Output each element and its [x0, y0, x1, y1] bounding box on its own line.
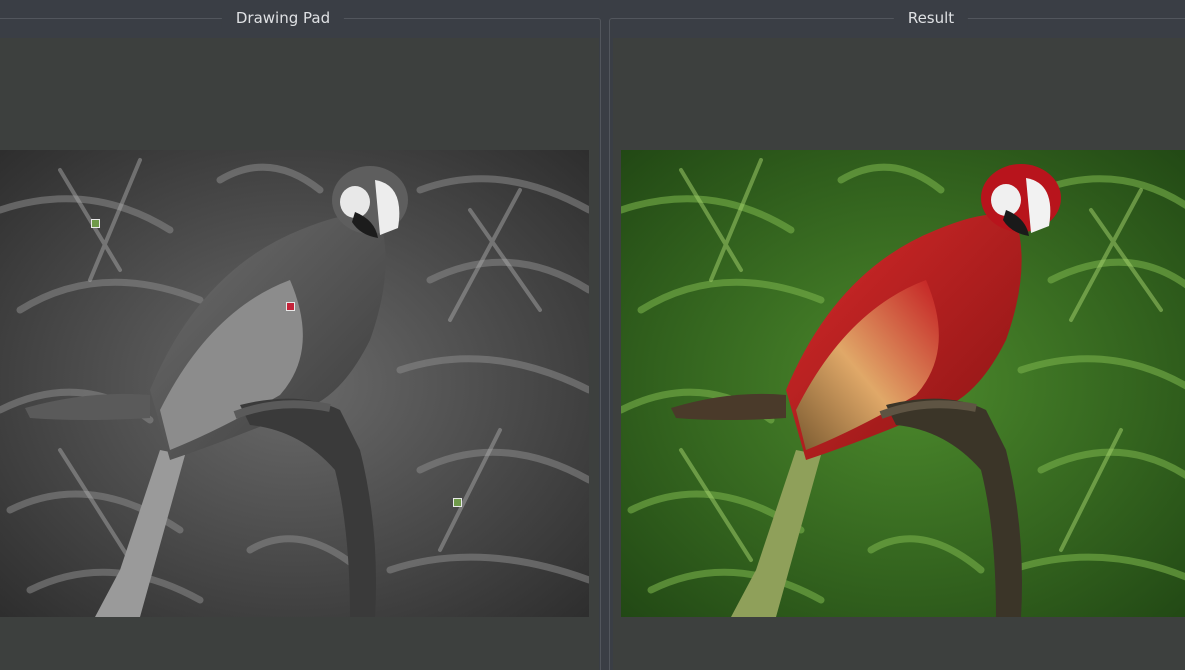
green-color-hint-point[interactable]	[91, 219, 100, 228]
colorization-app: Drawing Pad Result	[0, 0, 1185, 670]
drawing-pad-title: Drawing Pad	[221, 8, 345, 28]
colorized-parrot-illustration	[621, 150, 1185, 617]
red-color-hint-point[interactable]	[286, 302, 295, 311]
colorized-result-image	[621, 150, 1185, 617]
grayscale-parrot-illustration	[0, 150, 589, 617]
result-title: Result	[893, 8, 969, 28]
grayscale-input-image[interactable]	[0, 150, 589, 617]
result-view	[613, 38, 1185, 670]
green-color-hint-point-2[interactable]	[453, 498, 462, 507]
drawing-pad-view[interactable]	[0, 38, 599, 670]
